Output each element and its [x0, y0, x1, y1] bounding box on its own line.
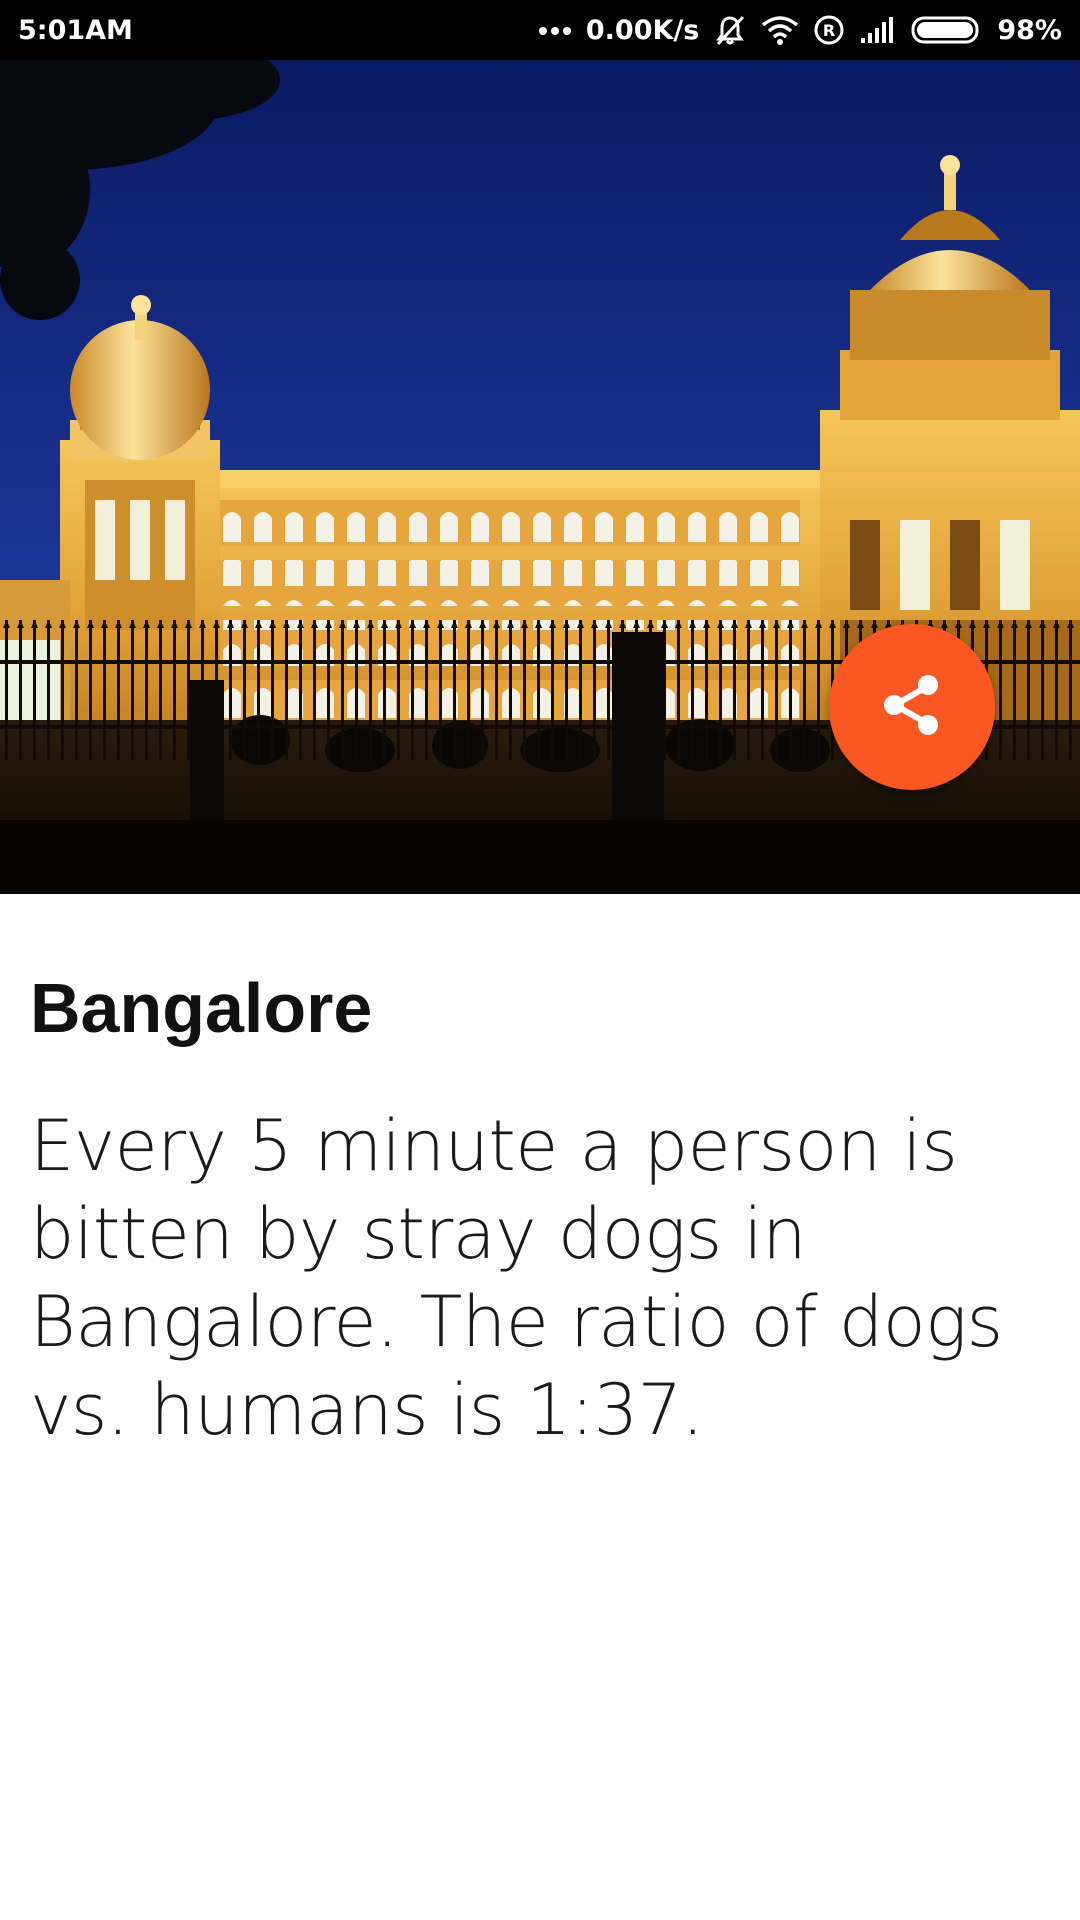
svg-text:R: R — [823, 21, 835, 40]
status-bar: 5:01AM 0.00K/s R 98% — [0, 0, 1080, 60]
battery-icon — [911, 15, 983, 45]
article-content: Bangalore Every 5 minute a person is bit… — [30, 894, 1050, 1454]
more-dots-icon — [538, 25, 572, 35]
article-title: Bangalore — [30, 969, 373, 1047]
network-speed: 0.00K/s — [585, 14, 700, 46]
signal-icon — [859, 16, 897, 44]
roaming-r-icon: R — [813, 14, 845, 46]
screen: 5:01AM 0.00K/s R 98% Bangalore Every 5 m… — [0, 0, 1080, 1920]
article-body: Every 5 minute a person is bitten by str… — [30, 1105, 1003, 1451]
status-time: 5:01AM — [18, 14, 133, 46]
silent-bell-icon — [713, 13, 747, 47]
share-icon — [881, 672, 943, 743]
wifi-icon — [761, 15, 799, 45]
battery-percent: 98% — [997, 14, 1062, 46]
share-button[interactable] — [829, 624, 995, 790]
